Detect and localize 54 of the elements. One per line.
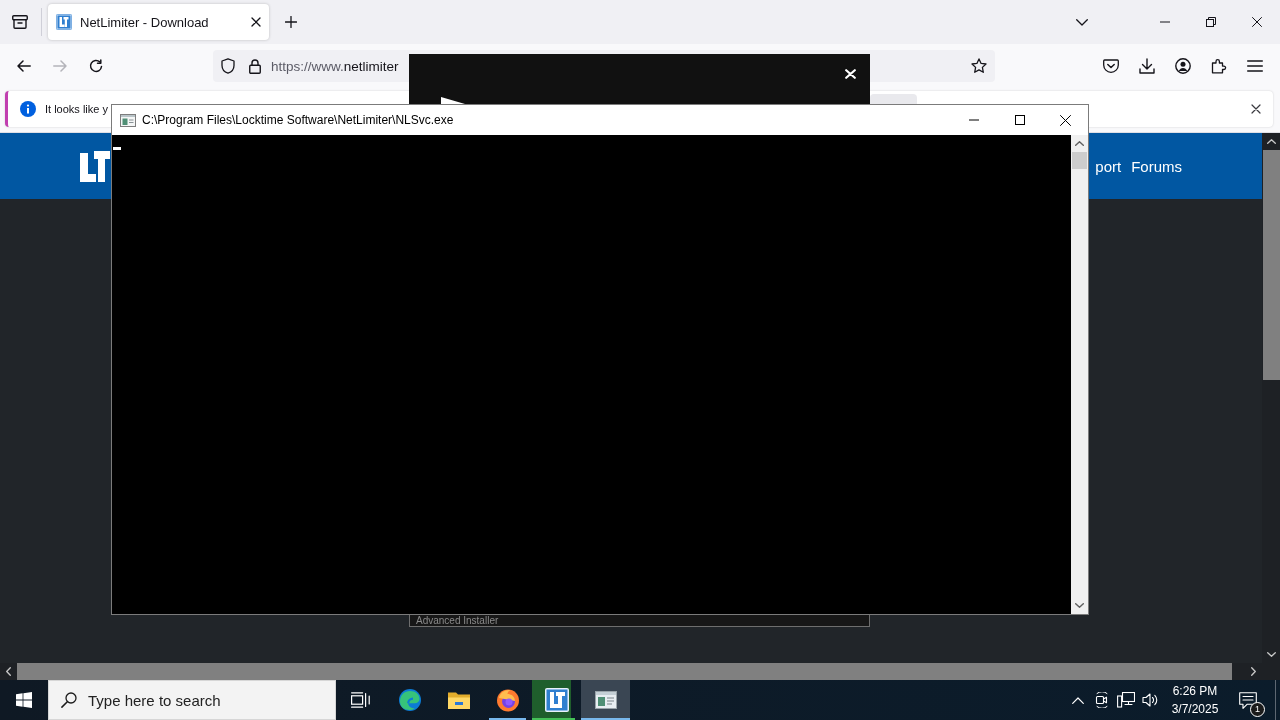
task-view-icon[interactable]: [351, 692, 370, 708]
scrollbar-thumb[interactable]: [1072, 152, 1087, 169]
url-text: https://www.netlimiter: [271, 58, 399, 74]
shield-icon[interactable]: [221, 58, 235, 74]
close-icon[interactable]: [1251, 104, 1261, 114]
folder-icon: [446, 690, 471, 710]
logo-icon[interactable]: [80, 150, 110, 182]
info-icon: [20, 101, 36, 117]
circular-arrow-icon[interactable]: [89, 59, 103, 73]
close-icon[interactable]: [1252, 17, 1262, 27]
clock-time[interactable]: 6:26 PM: [1172, 682, 1218, 700]
download-icon[interactable]: [1139, 58, 1155, 74]
lock-icon: [249, 58, 261, 74]
notification-count[interactable]: 1: [1250, 702, 1265, 717]
vertical-scrollbar[interactable]: [1262, 133, 1280, 663]
taskbar-button[interactable]: [581, 680, 630, 720]
menu-icon[interactable]: [1247, 60, 1263, 72]
console-window-icon: [594, 691, 617, 709]
pouch-icon[interactable]: [1103, 58, 1119, 74]
scrollbar-thumb[interactable]: [1263, 150, 1280, 380]
swirl-globe-icon: [397, 688, 422, 712]
network-icon[interactable]: [1117, 692, 1135, 708]
restore-icon[interactable]: [1206, 17, 1216, 27]
star-icon[interactable]: [971, 58, 987, 74]
window-title: C:\Program Files\Locktime Software\NetLimiter\NLSvc.exe: [142, 113, 454, 127]
close-icon[interactable]: [1059, 114, 1071, 126]
search-icon: [61, 692, 77, 708]
fox-globe-icon: [495, 688, 520, 712]
clock-date[interactable]: 3/7/2025: [1171, 700, 1219, 718]
windows-logo-icon[interactable]: [16, 692, 32, 708]
notification-text: It looks like y: [45, 103, 108, 115]
left-arrow-icon[interactable]: [17, 60, 31, 72]
chevron-left-icon[interactable]: [6, 667, 11, 676]
chevron-right-icon[interactable]: [1251, 667, 1256, 676]
chevron-down-icon[interactable]: [1076, 18, 1088, 26]
plus-icon[interactable]: [285, 16, 297, 28]
account-icon[interactable]: [1175, 58, 1191, 74]
nav-link[interactable]: Forums: [1131, 157, 1182, 175]
speech-bubble-icon[interactable]: [1239, 691, 1257, 709]
close-icon[interactable]: [251, 17, 261, 27]
browser-tab[interactable]: NetLimiter - Download: [48, 4, 269, 40]
volume-icon[interactable]: [1142, 693, 1158, 707]
text-cursor: [113, 147, 121, 150]
puzzle-piece-icon[interactable]: [1211, 58, 1227, 74]
app-logo-icon: [544, 688, 569, 712]
vertical-scrollbar[interactable]: [1071, 135, 1088, 614]
maximize-icon[interactable]: [1014, 115, 1025, 125]
tab-list-icon[interactable]: [12, 15, 28, 29]
nav-link[interactable]: port: [1095, 157, 1122, 175]
console-app-icon: [120, 113, 136, 127]
camera-icon[interactable]: [1094, 692, 1110, 708]
search-field[interactable]: Type here to search: [48, 680, 336, 720]
footer-caption: Advanced Installer: [409, 615, 870, 627]
favicon-icon: [56, 14, 72, 30]
